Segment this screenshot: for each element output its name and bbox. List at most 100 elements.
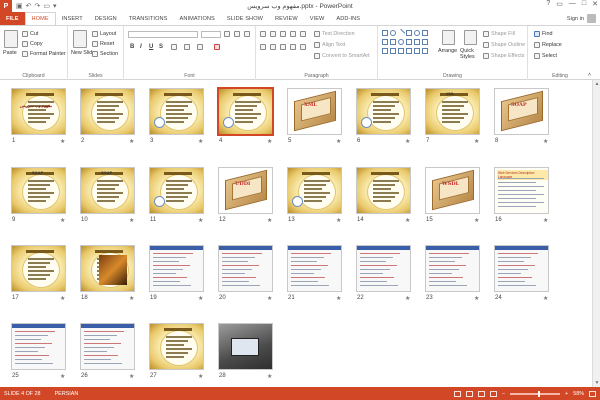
slide-transition-icon[interactable]: ★: [129, 138, 134, 145]
slide-thumbnail[interactable]: SOAP: [80, 167, 135, 214]
scroll-up-icon[interactable]: ▲: [594, 81, 600, 87]
normal-view-icon[interactable]: [453, 390, 461, 397]
slide-thumbnail[interactable]: [218, 88, 273, 135]
shape-arrow-icon[interactable]: [382, 39, 388, 45]
tab-insert[interactable]: INSERT: [56, 12, 89, 25]
language-indicator[interactable]: PERSIAN: [55, 391, 79, 397]
slide-thumbnail[interactable]: [149, 323, 204, 370]
minimize-icon[interactable]: —: [569, 0, 576, 8]
slide-thumbnail[interactable]: [149, 167, 204, 214]
quick-styles-button[interactable]: Quick Styles: [460, 48, 482, 60]
slide-transition-icon[interactable]: ★: [129, 217, 134, 224]
slide-thumbnail[interactable]: [11, 245, 66, 292]
font-name-box[interactable]: [128, 31, 198, 38]
slide-transition-icon[interactable]: ★: [60, 217, 65, 224]
slide-transition-icon[interactable]: ★: [543, 138, 548, 145]
collapse-ribbon-icon[interactable]: ˄: [588, 72, 591, 78]
copy-button[interactable]: Copy: [22, 41, 43, 47]
slide-thumbnail[interactable]: SOAP: [494, 88, 549, 135]
arrange-icon[interactable]: [442, 30, 455, 45]
shape-effects-button[interactable]: Shape Effects: [483, 53, 524, 59]
font-size-box[interactable]: [201, 31, 221, 38]
shrink-font-button[interactable]: [234, 31, 240, 37]
close-icon[interactable]: ✕: [592, 0, 598, 8]
underline-button[interactable]: U: [149, 44, 153, 50]
numbering-button[interactable]: [270, 31, 276, 37]
slide-thumbnail[interactable]: [356, 167, 411, 214]
slide-transition-icon[interactable]: ★: [336, 138, 341, 145]
slide-transition-icon[interactable]: ★: [60, 373, 65, 380]
bullets-button[interactable]: [260, 31, 266, 37]
slide-transition-icon[interactable]: ★: [198, 217, 203, 224]
reset-button[interactable]: Reset: [92, 41, 114, 47]
slide-transition-icon[interactable]: ★: [60, 138, 65, 145]
slide-transition-icon[interactable]: ★: [267, 295, 272, 302]
slide-transition-icon[interactable]: ★: [267, 373, 272, 380]
format-painter-button[interactable]: Format Painter: [22, 51, 66, 57]
tab-animations[interactable]: ANIMATIONS: [174, 12, 221, 25]
slide-thumbnail[interactable]: SOAP: [11, 167, 66, 214]
slide-thumbnail[interactable]: [425, 245, 480, 292]
zoom-in-icon[interactable]: +: [565, 391, 568, 397]
slide-transition-icon[interactable]: ★: [198, 373, 203, 380]
change-case-button[interactable]: [197, 44, 203, 50]
slide-transition-icon[interactable]: ★: [405, 295, 410, 302]
shape-textbox-icon[interactable]: [422, 30, 428, 36]
paste-icon[interactable]: [4, 30, 18, 48]
shape-heart-icon[interactable]: [406, 48, 412, 54]
shape-line-icon[interactable]: [396, 28, 406, 38]
tab-design[interactable]: DESIGN: [89, 12, 123, 25]
maximize-icon[interactable]: □: [582, 0, 586, 8]
grow-font-button[interactable]: [224, 31, 230, 37]
slide-thumbnail[interactable]: [356, 245, 411, 292]
slide-transition-icon[interactable]: ★: [336, 295, 341, 302]
tab-review[interactable]: REVIEW: [269, 12, 304, 25]
tab-file[interactable]: FILE: [0, 12, 25, 25]
shape-star-icon[interactable]: [414, 39, 420, 45]
paste-button[interactable]: Paste: [3, 50, 17, 56]
slide-thumbnail[interactable]: [80, 323, 135, 370]
sign-in[interactable]: Sign in: [567, 12, 600, 25]
columns-button[interactable]: [300, 44, 306, 50]
shape-oval-icon[interactable]: [390, 30, 396, 36]
shape-rounded-icon[interactable]: [406, 30, 412, 36]
shape-fill-button[interactable]: Shape Fill: [483, 31, 515, 37]
select-button[interactable]: Select: [534, 53, 557, 59]
slide-transition-icon[interactable]: ★: [474, 138, 479, 145]
tab-transitions[interactable]: TRANSITIONS: [123, 12, 174, 25]
justify-button[interactable]: [290, 44, 296, 50]
cut-button[interactable]: Cut: [22, 31, 38, 37]
scroll-down-icon[interactable]: ▼: [594, 380, 600, 386]
shape-brace-icon[interactable]: [406, 39, 412, 45]
slide-thumbnail[interactable]: [218, 323, 273, 370]
slide-transition-icon[interactable]: ★: [267, 138, 272, 145]
slide-transition-icon[interactable]: ★: [198, 295, 203, 302]
shape-triangle-icon[interactable]: [390, 39, 396, 45]
slide-transition-icon[interactable]: ★: [198, 138, 203, 145]
slide-thumbnail[interactable]: [287, 245, 342, 292]
zoom-slider-thumb[interactable]: [538, 390, 541, 397]
replace-button[interactable]: Replace: [534, 42, 562, 48]
slide-thumbnail[interactable]: [494, 245, 549, 292]
zoom-slider[interactable]: [510, 390, 561, 397]
slide-transition-icon[interactable]: ★: [474, 217, 479, 224]
shape-circle-icon[interactable]: [414, 30, 420, 36]
undo-icon[interactable]: ↶: [26, 2, 32, 10]
slide-transition-icon[interactable]: ★: [129, 373, 134, 380]
shape-smiley-icon[interactable]: [398, 39, 404, 45]
new-slide-icon[interactable]: [73, 30, 87, 48]
vertical-scrollbar[interactable]: ▲ ▼: [592, 80, 600, 387]
shape-banner-icon[interactable]: [390, 48, 396, 54]
help-icon[interactable]: ?: [546, 0, 550, 8]
align-left-button[interactable]: [260, 44, 266, 50]
shape-callout-icon[interactable]: [422, 39, 428, 45]
shape-flowchart-icon[interactable]: [382, 48, 388, 54]
shape-more-icon[interactable]: [422, 48, 428, 54]
slide-transition-icon[interactable]: ★: [474, 295, 479, 302]
increase-indent-button[interactable]: [290, 31, 296, 37]
decrease-indent-button[interactable]: [280, 31, 286, 37]
redo-icon[interactable]: ↷: [35, 2, 41, 10]
slide-transition-icon[interactable]: ★: [267, 217, 272, 224]
slide-thumbnail[interactable]: WSDL: [425, 167, 480, 214]
slide-transition-icon[interactable]: ★: [60, 295, 65, 302]
